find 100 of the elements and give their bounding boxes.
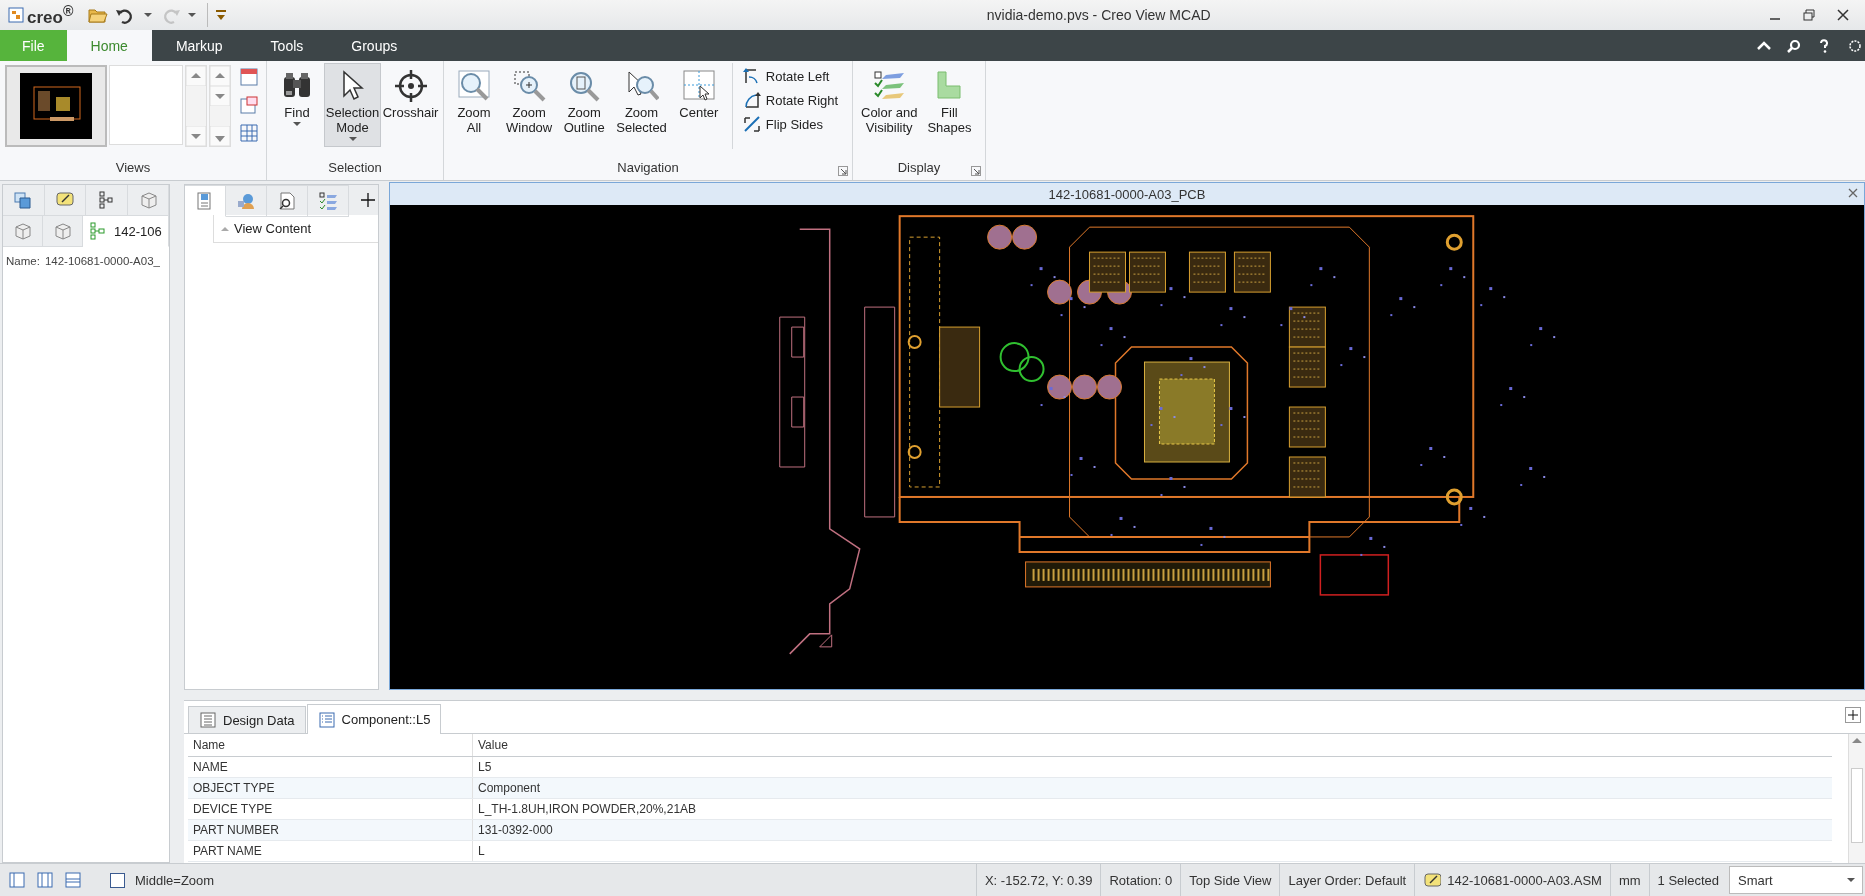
ribbon-button[interactable]: Find bbox=[270, 63, 324, 132]
dialog-launcher-icon[interactable] bbox=[838, 166, 848, 176]
close-icon[interactable] bbox=[1837, 9, 1849, 21]
view-icon[interactable] bbox=[239, 67, 259, 87]
scroll-up-icon[interactable] bbox=[210, 66, 230, 86]
ribbon-button[interactable]: Zoom All bbox=[447, 63, 501, 139]
panel-tab[interactable] bbox=[267, 185, 308, 217]
view-icon[interactable] bbox=[239, 95, 259, 115]
dialog-launcher-icon[interactable] bbox=[971, 166, 981, 176]
scroll-up-icon[interactable] bbox=[186, 66, 206, 86]
group-label: Navigation bbox=[616, 159, 680, 177]
ribbon-button[interactable]: Color and Visibility bbox=[856, 63, 923, 139]
view-thumbnail[interactable] bbox=[5, 65, 107, 147]
settings-icon[interactable] bbox=[1847, 37, 1861, 54]
panel-tab[interactable] bbox=[185, 185, 226, 217]
table-cell: PART NAME bbox=[188, 840, 473, 862]
table-cell: L_TH-1.8UH,IRON POWDER,20%,21AB bbox=[472, 798, 1832, 820]
ribbon-button[interactable]: Zoom Window bbox=[501, 63, 558, 139]
panel-tab[interactable]: 142-106 bbox=[82, 216, 169, 247]
ribbon-button[interactable]: Zoom Selected bbox=[611, 63, 672, 139]
column-header: Name bbox=[188, 734, 473, 757]
markup-icon bbox=[1423, 871, 1442, 889]
ribbon-tab[interactable]: Tools bbox=[246, 30, 328, 61]
panel-tab[interactable] bbox=[86, 185, 128, 216]
scroll-down-icon[interactable] bbox=[186, 126, 206, 146]
help-icon[interactable] bbox=[1817, 38, 1831, 53]
app-logo: creo$^{®}$ bbox=[27, 2, 74, 28]
search-icon[interactable] bbox=[1787, 38, 1801, 53]
center-icon bbox=[681, 69, 716, 103]
people-icon bbox=[236, 191, 256, 211]
group-label: Selection bbox=[327, 159, 383, 177]
viewport-title: 142-10681-0000-A03_PCB bbox=[1048, 186, 1206, 202]
status-text: Top Side View bbox=[1189, 872, 1272, 888]
rotate-right-icon bbox=[742, 91, 761, 109]
ribbon-button[interactable]: Rotate Right bbox=[742, 91, 839, 109]
table-cell: PART NUMBER bbox=[188, 819, 473, 841]
window-title: nvidia-demo.pvs - Creo View MCAD bbox=[985, 7, 1212, 23]
ribbon-button[interactable]: Zoom Outline bbox=[557, 63, 612, 139]
checkbox[interactable] bbox=[110, 872, 125, 888]
group-label: Display bbox=[896, 159, 942, 177]
panel-tab[interactable]: Design Data bbox=[188, 706, 306, 733]
table-cell: DEVICE TYPE bbox=[188, 798, 473, 820]
name-value: 142-10681-0000-A03_ bbox=[44, 255, 160, 267]
add-tab-icon[interactable] bbox=[1845, 707, 1861, 723]
ribbon-tab[interactable]: Home bbox=[66, 30, 152, 61]
ribbon-button[interactable]: Selection Mode bbox=[324, 63, 382, 147]
table-cell: OBJECT TYPE bbox=[188, 777, 473, 799]
scroll-down-icon[interactable] bbox=[210, 86, 230, 106]
layout-icon[interactable] bbox=[8, 871, 26, 889]
status-hint: Middle=Zoom bbox=[135, 872, 215, 888]
sort-icon bbox=[220, 224, 230, 233]
crosshair-icon bbox=[393, 69, 428, 103]
panel-tab[interactable] bbox=[226, 185, 267, 217]
panel-tab[interactable] bbox=[3, 216, 43, 247]
status-text: Rotation: 0 bbox=[1109, 872, 1173, 888]
cube-icon bbox=[12, 221, 33, 241]
ribbon-button[interactable]: Rotate Left bbox=[742, 67, 839, 85]
panel-tab[interactable] bbox=[308, 185, 349, 217]
grid-icon[interactable] bbox=[239, 123, 259, 143]
column-header: Value bbox=[472, 734, 1832, 757]
app-logo-icon bbox=[8, 7, 24, 23]
layout-icon[interactable] bbox=[36, 871, 54, 889]
ribbon-button[interactable]: Crosshair bbox=[381, 63, 440, 124]
filter-dropdown[interactable]: Smart bbox=[1729, 866, 1863, 894]
units-text: mm bbox=[1618, 872, 1641, 888]
table-cell: Component bbox=[472, 777, 1832, 799]
cube-icon bbox=[52, 221, 73, 241]
table-cell: L bbox=[472, 840, 1832, 862]
flip-icon bbox=[742, 115, 761, 133]
ribbon-button[interactable]: Flip Sides bbox=[742, 115, 839, 133]
status-text: Layer Order: Default bbox=[1288, 872, 1407, 888]
document-search-icon bbox=[277, 191, 297, 211]
add-tab-icon[interactable] bbox=[359, 191, 377, 209]
layout-icon[interactable] bbox=[64, 871, 82, 889]
customize-icon[interactable] bbox=[214, 8, 229, 22]
panel-tab[interactable] bbox=[42, 216, 83, 247]
ribbon-button[interactable]: Center bbox=[671, 63, 726, 124]
group-label: Views bbox=[114, 159, 152, 177]
ribbon-tab[interactable]: Markup bbox=[151, 30, 247, 61]
collapse-ribbon-icon[interactable] bbox=[1757, 39, 1771, 52]
zoom-outline-icon bbox=[567, 69, 602, 103]
table-cell: L5 bbox=[472, 756, 1832, 778]
caret-icon[interactable] bbox=[143, 11, 154, 19]
restore-icon[interactable] bbox=[1803, 9, 1815, 21]
rotate-left-icon bbox=[742, 67, 761, 85]
table-icon bbox=[317, 710, 336, 729]
more-icon[interactable] bbox=[210, 126, 230, 146]
ribbon-button[interactable]: Fill Shapes bbox=[922, 63, 977, 139]
layers-icon bbox=[318, 191, 338, 211]
table-cell: 131-0392-000 bbox=[472, 819, 1832, 841]
column-header[interactable]: View Content bbox=[213, 215, 378, 243]
status-text: X: -152.72, Y: 0.39 bbox=[984, 872, 1093, 888]
magnifier-icon bbox=[457, 69, 491, 103]
caret-icon[interactable] bbox=[187, 11, 198, 19]
panel-tab[interactable]: Component::L5 bbox=[306, 704, 442, 734]
assembly-icon bbox=[13, 190, 34, 210]
ribbon-tab[interactable]: Groups bbox=[327, 30, 422, 61]
scrollbar-thumb[interactable] bbox=[1851, 768, 1863, 843]
zoom-window-icon bbox=[512, 69, 547, 103]
caret-icon bbox=[1846, 876, 1856, 884]
